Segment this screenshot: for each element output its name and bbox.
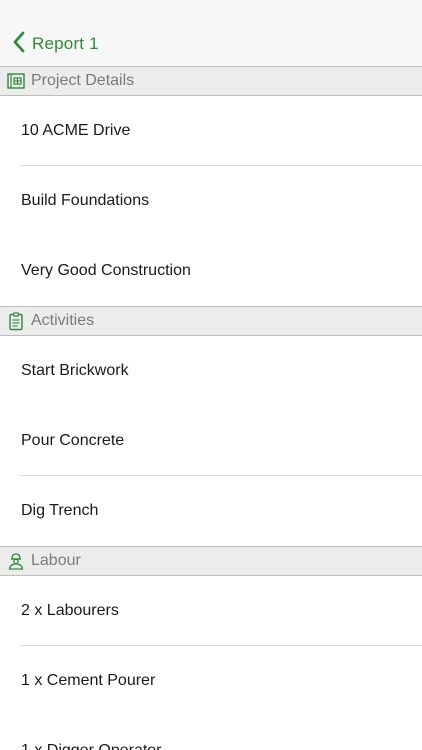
list-item-label: Pour Concrete [21,432,125,449]
list-item[interactable]: Very Good Construction [0,236,422,306]
report-screen: Report 1 Project Details 10 ACME Drive B… [0,0,422,750]
list-item-label: 1 x Digger Operator [21,742,162,750]
section-title: Labour [31,552,81,569]
section-title: Project Details [31,72,135,89]
list-item-label: Start Brickwork [21,362,129,379]
worker-icon [6,551,26,571]
status-bar [0,0,422,22]
list-item[interactable]: Build Foundations [0,166,422,236]
section-title: Activities [31,312,95,329]
list-item-label: 1 x Cement Pourer [21,672,156,689]
list-item[interactable]: 10 ACME Drive [0,96,422,166]
list-item-label: 10 ACME Drive [21,122,131,139]
list-item[interactable]: 2 x Labourers [0,576,422,646]
list-item-label: Very Good Construction [21,262,191,279]
section-header-labour: Labour [0,546,422,576]
navigation-bar: Report 1 [0,22,422,66]
list-item-label: Dig Trench [21,502,99,519]
list-item[interactable]: 1 x Digger Operator [0,716,422,750]
list-item[interactable]: Pour Concrete [0,406,422,476]
clipboard-icon [6,311,26,331]
chevron-left-icon [12,31,32,58]
list-item-label: 2 x Labourers [21,602,119,619]
list-item-label: Build Foundations [21,192,150,209]
blueprint-icon [6,71,26,91]
list-item[interactable]: Dig Trench [0,476,422,546]
list-item[interactable]: Start Brickwork [0,336,422,406]
list-item[interactable]: 1 x Cement Pourer [0,646,422,716]
section-header-activities: Activities [0,306,422,336]
section-header-project-details: Project Details [0,66,422,96]
back-button[interactable]: Report 1 [12,31,99,58]
back-button-label: Report 1 [32,34,99,53]
